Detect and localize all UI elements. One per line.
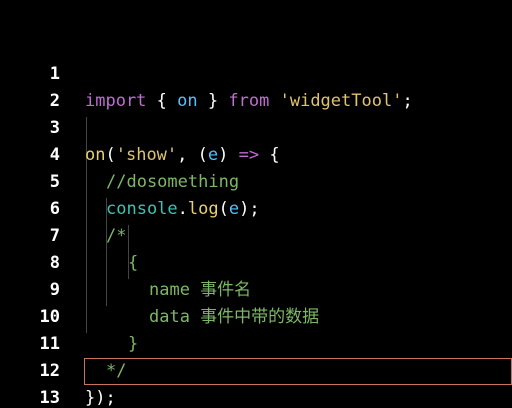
line-number: 13 <box>39 388 60 408</box>
code-line[interactable]: 11 */ <box>0 304 512 381</box>
code-line[interactable]: 1 import { on } from 'widgetTool'; <box>0 34 512 111</box>
code-line[interactable]: 10 } <box>0 277 512 354</box>
code-line[interactable]: 12 }); <box>0 331 512 408</box>
code-line[interactable]: 3 on('show', (e) => { <box>0 88 512 165</box>
code-line[interactable]: 9 data 事件中带的数据 <box>0 250 512 327</box>
code-line[interactable]: 4 //dosomething <box>0 115 512 192</box>
code-line[interactable]: 5 console.log(e); <box>0 142 512 219</box>
code-line[interactable]: 8 name 事件名 <box>0 223 512 300</box>
code-line[interactable]: 2 <box>0 61 512 111</box>
code-line[interactable]: 6 /* <box>0 169 512 246</box>
code-line[interactable]: 13 <box>0 358 512 408</box>
punctuation-token: }); <box>85 388 116 408</box>
code-editor[interactable]: 1 import { on } from 'widgetTool'; 2 3 o… <box>0 0 512 408</box>
code-line[interactable]: 7 { <box>0 196 512 273</box>
